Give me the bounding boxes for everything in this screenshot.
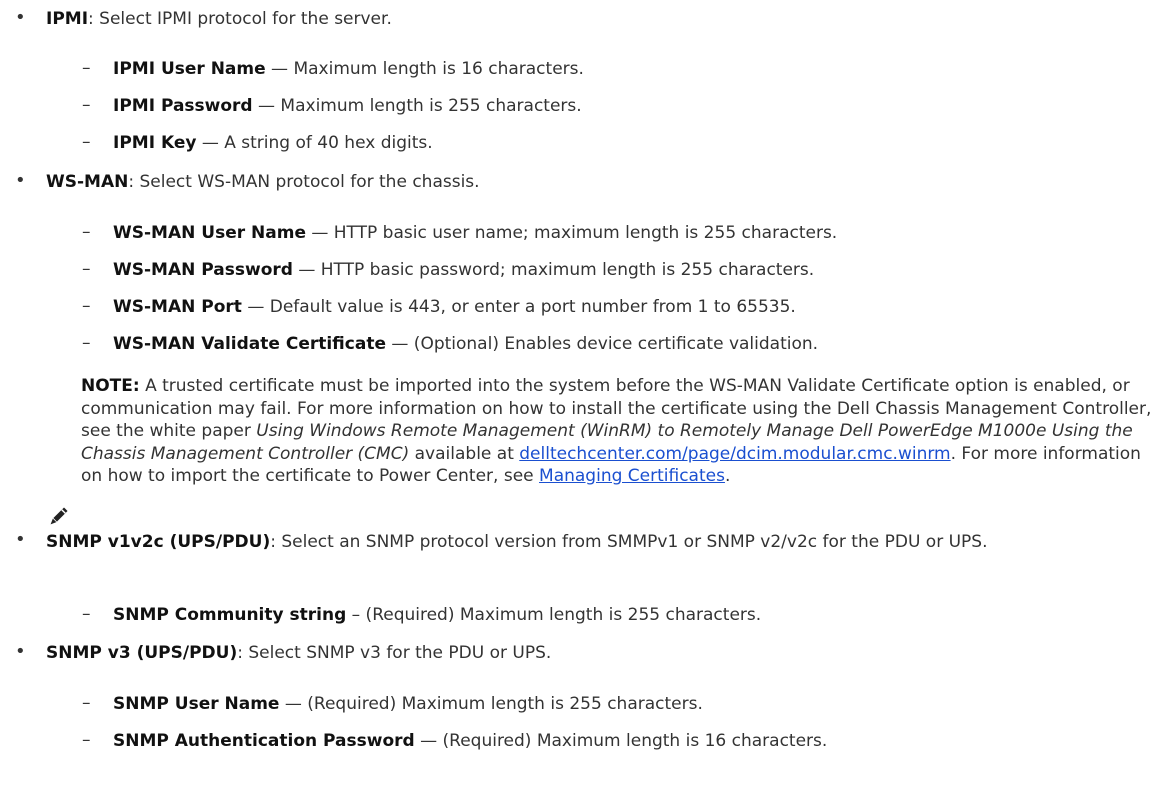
note-pencil-icon [50, 507, 68, 525]
managing-certificates-link[interactable]: Managing Certificates [539, 466, 725, 486]
list-item-wsman: WS-MAN: Select WS-MAN protocol for the c… [46, 172, 480, 192]
delltechcenter-link[interactable]: delltechcenter.com/page/dcim.modular.cmc… [519, 444, 950, 464]
dash: – [82, 95, 91, 115]
sub-item-ipmi-user-name: IPMI User Name — Maximum length is 16 ch… [113, 59, 584, 79]
dash: – [82, 132, 91, 152]
dash: – [82, 259, 91, 279]
sub-item-ipmi-password: IPMI Password — Maximum length is 255 ch… [113, 96, 582, 116]
sub-item-snmp-community-string: SNMP Community string – (Required) Maxim… [113, 605, 762, 625]
list-item-ipmi: IPMI: Select IPMI protocol for the serve… [46, 9, 392, 29]
bullet: • [15, 170, 26, 191]
dash: – [82, 58, 91, 78]
list-item-snmp-v3: SNMP v3 (UPS/PDU): Select SNMP v3 for th… [46, 643, 552, 663]
list-item-snmp-v1v2c: SNMP v1v2c (UPS/PDU): Select an SNMP pro… [46, 532, 988, 552]
note-paragraph: NOTE: A trusted certificate must be impo… [81, 376, 1152, 486]
bullet: • [15, 7, 26, 28]
sub-item-wsman-password: WS-MAN Password — HTTP basic password; m… [113, 260, 815, 280]
dash: – [82, 296, 91, 316]
sub-item-wsman-user-name: WS-MAN User Name — HTTP basic user name;… [113, 223, 838, 243]
sub-item-wsman-validate-certificate: WS-MAN Validate Certificate — (Optional)… [113, 334, 819, 354]
dash: – [82, 604, 91, 624]
dash: – [82, 222, 91, 242]
sub-item-snmp-auth-password: SNMP Authentication Password — (Required… [113, 731, 828, 751]
sub-item-ipmi-key: IPMI Key — A string of 40 hex digits. [113, 133, 433, 153]
sub-item-snmp-user-name: SNMP User Name — (Required) Maximum leng… [113, 694, 703, 714]
dash: – [82, 333, 91, 353]
dash: – [82, 693, 91, 713]
dash: – [82, 730, 91, 750]
bullet: • [15, 641, 26, 662]
sub-item-wsman-port: WS-MAN Port — Default value is 443, or e… [113, 297, 796, 317]
